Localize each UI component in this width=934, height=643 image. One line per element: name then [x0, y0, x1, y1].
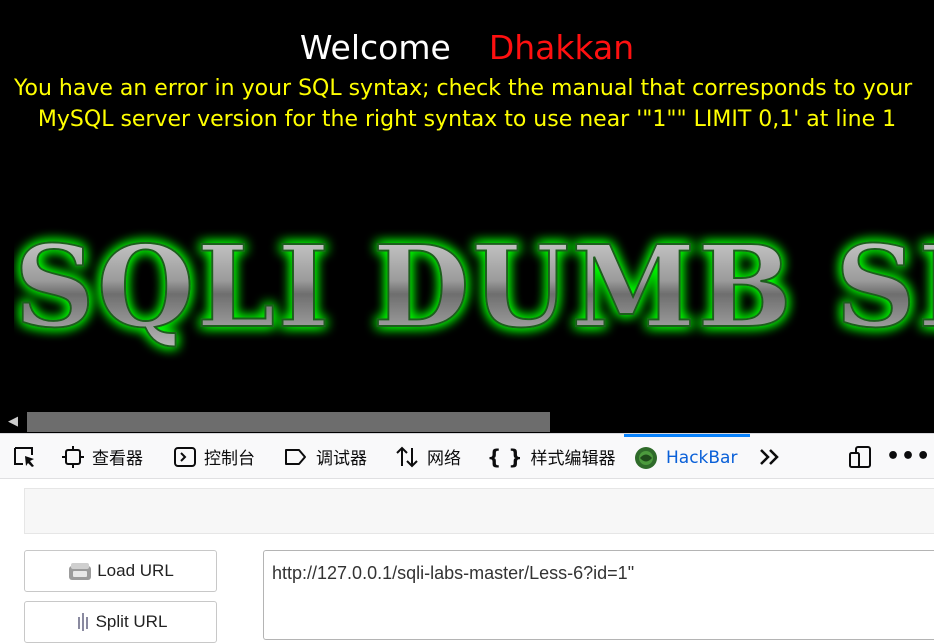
load-url-button[interactable]: Load URL [24, 550, 217, 592]
sql-error-line-2: MySQL server version for the right synta… [37, 107, 897, 132]
element-picker-button[interactable] [12, 434, 46, 479]
tab-debugger[interactable]: 调试器 [284, 434, 367, 479]
double-chevron-right-icon [760, 448, 779, 465]
tab-style-editor[interactable]: { } 样式编辑器 [487, 434, 615, 479]
responsive-design-icon [849, 445, 871, 468]
responsive-design-button[interactable] [848, 434, 882, 479]
load-url-label: Load URL [97, 561, 174, 580]
more-tabs-button[interactable] [758, 434, 790, 479]
split-url-button[interactable]: Split URL [24, 601, 217, 643]
network-icon [396, 446, 418, 467]
hackbar-toolbar [24, 488, 934, 534]
page-viewport: Welcome Dhakkan You have an error in your… [0, 0, 934, 433]
sqli-dumb-series-banner: SQLI DUMB SERIES [14, 221, 934, 354]
debugger-icon [285, 448, 306, 465]
tab-network[interactable]: 网络 [395, 434, 461, 479]
hackbar-panel: Load URL Split URL http://127.0.0.1/sqli… [0, 479, 934, 643]
devtools-toolbar: 查看器 控制台 调试器 网络 { } 样式编辑器 HackBar ••• [0, 433, 934, 479]
tab-console[interactable]: 控制台 [174, 434, 255, 479]
svg-text:SQLI DUMB SERIES: SQLI DUMB SERIES [14, 222, 934, 353]
welcome-heading: Welcome Dhakkan [0, 28, 934, 67]
tab-hackbar-label: HackBar [666, 448, 738, 468]
tab-debugger-label: 调试器 [316, 449, 367, 469]
inspector-icon [62, 445, 84, 468]
horizontal-scrollbar[interactable]: ◀ [0, 411, 934, 433]
load-url-icon [69, 563, 92, 580]
tab-console-label: 控制台 [204, 449, 255, 469]
user-name: Dhakkan [488, 28, 635, 67]
console-icon [174, 446, 196, 467]
url-input[interactable]: http://127.0.0.1/sqli-labs-master/Less-6… [263, 550, 934, 640]
tab-hackbar[interactable]: HackBar [624, 434, 750, 479]
scrollbar-thumb[interactable] [27, 412, 550, 432]
braces-icon: { } [487, 444, 523, 469]
devtools-menu-button[interactable]: ••• [886, 434, 931, 479]
tab-network-label: 网络 [427, 449, 461, 469]
scroll-left-arrow-icon[interactable]: ◀ [0, 411, 26, 433]
split-url-icon [77, 613, 88, 631]
split-url-label: Split URL [95, 612, 168, 631]
tab-inspector-label: 查看器 [92, 449, 143, 469]
sql-error-line-1: You have an error in your SQL syntax; ch… [14, 76, 913, 101]
welcome-label: Welcome [299, 28, 451, 67]
hackbar-icon [635, 447, 657, 469]
element-picker-icon [14, 446, 34, 467]
tab-style-editor-label: 样式编辑器 [530, 449, 616, 469]
tab-inspector[interactable]: 查看器 [62, 434, 143, 479]
